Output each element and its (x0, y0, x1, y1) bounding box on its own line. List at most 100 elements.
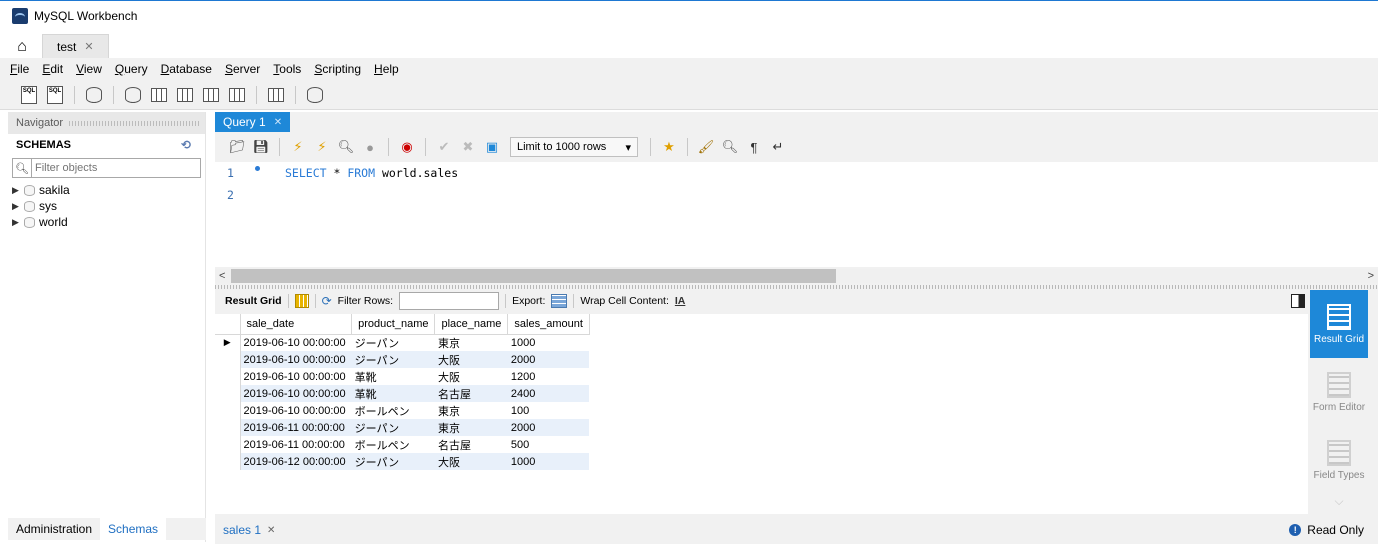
commit-icon[interactable]: ✔ (434, 137, 454, 157)
create-view-icon[interactable] (174, 84, 196, 106)
table-cell[interactable]: 2019-06-10 00:00:00 (240, 385, 352, 402)
filter-objects-field[interactable]: 🔍︎ (12, 158, 201, 178)
stop-icon[interactable]: ● (360, 137, 380, 157)
menu-file[interactable]: File (10, 62, 29, 76)
menu-edit[interactable]: Edit (42, 62, 63, 76)
home-icon[interactable]: ⌂ (12, 36, 32, 58)
close-icon[interactable]: ✕ (274, 117, 282, 128)
expand-arrow-icon[interactable]: ▶ (12, 185, 20, 196)
table-cell[interactable]: 革靴 (352, 368, 435, 385)
table-cell[interactable]: 2019-06-10 00:00:00 (240, 334, 352, 351)
column-header[interactable]: place_name (434, 314, 509, 335)
create-function-icon[interactable] (226, 84, 248, 106)
scroll-right-icon[interactable]: > (1368, 270, 1374, 282)
inspector-icon[interactable] (83, 84, 105, 106)
open-file-icon[interactable]: 📁︎ (227, 137, 247, 157)
explain-icon[interactable]: 🔍︎ (336, 137, 356, 157)
table-cell[interactable]: 2000 (507, 351, 590, 368)
table-cell[interactable]: 名古屋 (434, 385, 508, 402)
table-cell[interactable]: 大阪 (435, 368, 508, 385)
scroll-left-icon[interactable]: < (219, 270, 225, 282)
filter-objects-input[interactable] (31, 159, 199, 177)
table-cell[interactable]: ジーパン (351, 351, 435, 368)
table-cell[interactable]: 2019-06-12 00:00:00 (240, 453, 352, 470)
panel-splitter[interactable] (215, 285, 1378, 289)
expand-arrow-icon[interactable]: ▶ (12, 201, 20, 212)
export-icon[interactable] (551, 294, 568, 308)
schema-item-world[interactable]: ▶ world (8, 214, 205, 230)
filter-rows-input[interactable] (399, 292, 500, 310)
field-types-button[interactable]: Field Types (1310, 426, 1368, 494)
table-row[interactable]: 2019-06-10 00:00:00 革靴 名古屋 2400 (215, 385, 590, 402)
table-row[interactable]: 2019-06-12 00:00:00 ジーパン 大阪 1000 (215, 453, 590, 470)
schema-item-sakila[interactable]: ▶ sakila (8, 182, 205, 198)
save-icon[interactable]: 💾︎ (251, 137, 271, 157)
table-cell[interactable]: 名古屋 (435, 436, 508, 453)
reconnect-icon[interactable] (304, 84, 326, 106)
column-header[interactable]: product_name (351, 314, 436, 335)
table-cell[interactable]: 1000 (508, 334, 590, 351)
refresh-icon[interactable]: ⟳ (322, 294, 332, 308)
table-cell[interactable]: 東京 (435, 402, 508, 419)
connection-tab[interactable]: test ✕ (42, 34, 109, 58)
table-cell[interactable]: 1200 (508, 368, 590, 385)
column-header[interactable]: sales_amount (507, 314, 590, 335)
grid-view-icon[interactable] (294, 294, 309, 308)
refresh-icon[interactable]: ⟲ (181, 138, 191, 152)
new-sql-tab-icon[interactable]: SQL (18, 84, 40, 106)
rollback-icon[interactable]: ✖ (458, 137, 478, 157)
result-grid-button[interactable]: Result Grid (1310, 290, 1368, 358)
table-cell[interactable]: ジーパン (352, 334, 435, 351)
close-icon[interactable]: ✕ (267, 525, 275, 536)
create-table-icon[interactable] (148, 84, 170, 106)
sql-editor[interactable]: 1 SELECT * FROM world.sales 2 (215, 162, 1378, 267)
table-cell[interactable]: ボールペン (352, 402, 435, 419)
table-cell[interactable]: 大阪 (434, 351, 508, 368)
add-snippet-icon[interactable]: ★ (659, 137, 679, 157)
chevron-down-icon[interactable]: ⌵ (1310, 494, 1368, 514)
expand-arrow-icon[interactable]: ▶ (12, 217, 20, 228)
menu-database[interactable]: Database (161, 62, 212, 76)
tab-sales-1[interactable]: sales 1 ✕ (223, 523, 275, 537)
table-cell[interactable]: 2019-06-10 00:00:00 (240, 351, 352, 368)
menu-view[interactable]: View (76, 62, 102, 76)
open-sql-script-icon[interactable]: SQL (44, 84, 66, 106)
autocommit-icon[interactable]: ▣ (482, 137, 502, 157)
table-row[interactable]: ▶ 2019-06-10 00:00:00 ジーパン 東京 1000 (215, 334, 589, 351)
table-cell[interactable]: 2000 (507, 419, 590, 436)
menu-help[interactable]: Help (374, 62, 399, 76)
tab-administration[interactable]: Administration (8, 518, 100, 540)
table-cell[interactable]: 2019-06-11 00:00:00 (240, 436, 352, 453)
scrollbar-thumb[interactable] (231, 269, 836, 283)
tab-query-1[interactable]: Query 1 ✕ (215, 112, 291, 132)
wrap-lines-icon[interactable]: ↵ (768, 137, 788, 157)
table-cell[interactable]: 100 (508, 402, 590, 419)
create-procedure-icon[interactable] (200, 84, 222, 106)
table-cell[interactable]: 2400 (507, 385, 590, 402)
table-row[interactable]: 2019-06-11 00:00:00 ボールペン 名古屋 500 (215, 436, 589, 453)
execute-current-icon[interactable]: ⚡︎ (312, 137, 332, 157)
table-cell[interactable]: 2019-06-11 00:00:00 (240, 419, 352, 436)
table-cell[interactable]: 2019-06-10 00:00:00 (240, 368, 352, 385)
close-icon[interactable]: ✕ (84, 40, 93, 53)
toggle-continue-on-error-icon[interactable]: ◉ (397, 137, 417, 157)
table-cell[interactable]: ジーパン (351, 453, 435, 470)
menu-scripting[interactable]: Scripting (314, 62, 361, 76)
schema-item-sys[interactable]: ▶ sys (8, 198, 205, 214)
table-cell[interactable]: 東京 (435, 334, 508, 351)
column-header[interactable]: sale_date (240, 314, 353, 335)
table-row[interactable]: 2019-06-11 00:00:00 ジーパン 東京 2000 (215, 419, 590, 436)
menu-query[interactable]: Query (115, 62, 148, 76)
table-cell[interactable]: 1000 (507, 453, 590, 470)
execute-icon[interactable]: ⚡︎ (288, 137, 308, 157)
toggle-panel-icon[interactable] (1291, 294, 1305, 308)
editor-horizontal-scrollbar[interactable]: < > (215, 269, 1378, 283)
table-row[interactable]: 2019-06-10 00:00:00 革靴 大阪 1200 (215, 368, 589, 385)
tab-schemas[interactable]: Schemas (100, 518, 167, 540)
invisible-chars-icon[interactable]: ¶ (744, 137, 764, 157)
table-row[interactable]: 2019-06-10 00:00:00 ボールペン 東京 100 (215, 402, 589, 419)
table-cell[interactable]: ボールペン (352, 436, 435, 453)
table-cell[interactable]: ジーパン (351, 419, 435, 436)
form-editor-button[interactable]: Form Editor (1310, 358, 1368, 426)
beautify-icon[interactable]: 🖌︎ (696, 137, 716, 157)
